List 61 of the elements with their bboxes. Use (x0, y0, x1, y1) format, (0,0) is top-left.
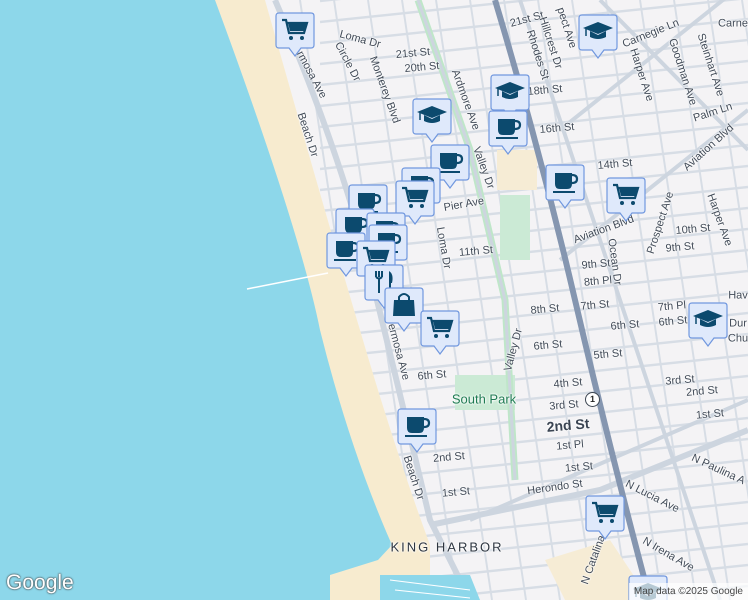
street-label: rmosa Ave (294, 50, 328, 100)
street-label: 4th St (553, 377, 583, 391)
map-attribution[interactable]: Map data ©2025 Google (628, 583, 748, 600)
graduation-cap-icon (495, 82, 525, 99)
shopping-bag-icon (393, 293, 415, 316)
street-label: 16th St (539, 122, 575, 136)
street-label: 10th St (675, 223, 711, 237)
street-label: N Lucia Ave (623, 478, 681, 516)
street-label: 8th Pl (584, 275, 612, 289)
street-label: 9th St (665, 241, 695, 255)
street-label: 14th St (597, 158, 633, 172)
shopping-cart-icon (427, 316, 454, 338)
street-label: 2nd St (546, 416, 590, 434)
fork-knife-icon (375, 270, 393, 294)
street-label: Harper Ave (627, 47, 655, 103)
shopping-cart-icon (282, 18, 308, 40)
street-label: 2nd St (432, 451, 466, 465)
street-label: Pier Ave (442, 196, 486, 214)
graduation-cap-icon (583, 22, 613, 39)
place-label: Dur (729, 318, 747, 330)
park-area (500, 195, 530, 260)
street-label: 7th Pl (658, 300, 686, 314)
graduation-cap-icon (693, 310, 723, 327)
area-label: KING HARBOR (390, 540, 504, 554)
street-label: 9th St (581, 258, 611, 272)
park-label: South Park (452, 392, 516, 406)
street-label: 6th St (610, 319, 640, 333)
street-label: 1st St (564, 461, 594, 475)
street-label: Carne (718, 18, 748, 30)
street-label: Beach Dr (294, 112, 320, 158)
street-label: 8th St (530, 303, 560, 317)
street-label: Valley Dr (503, 327, 525, 373)
street-label: 18th St (527, 84, 563, 98)
street-label: Valley Dr (470, 146, 496, 190)
street-label: 5th St (593, 348, 623, 362)
street-label: 6th St (417, 369, 447, 383)
street-label: ermosa Ave (385, 322, 411, 382)
place-label: Chu (728, 334, 748, 344)
street-label: Hav (728, 290, 748, 302)
street-label: 21st St (395, 47, 431, 61)
street-label: 1st St (442, 486, 470, 500)
shopping-cart-icon (613, 184, 640, 205)
street-label: Beach Dr (400, 454, 426, 502)
street-label: 7th St (580, 299, 610, 313)
map-logo: Google (6, 570, 74, 596)
commercial-area (497, 150, 537, 190)
street-label: 20th St (404, 61, 440, 75)
street-label: 1st Pl (556, 439, 584, 453)
street-label: 6th St (658, 315, 688, 329)
street-label: Herondo St (526, 478, 584, 498)
street-label: 3rd St (548, 399, 580, 413)
street-label: Loma Dr (434, 226, 452, 270)
graduation-cap-icon (417, 106, 447, 123)
street-label: 3rd St (664, 374, 696, 388)
shopping-cart-icon (592, 502, 618, 523)
street-label: N Irena Ave (640, 536, 696, 574)
street-label: 11th St (458, 245, 494, 259)
street-label: 6th St (533, 339, 563, 353)
street-label: 1st St (696, 408, 724, 422)
shopping-cart-icon (402, 186, 428, 208)
street-label: 2nd St (686, 385, 718, 399)
